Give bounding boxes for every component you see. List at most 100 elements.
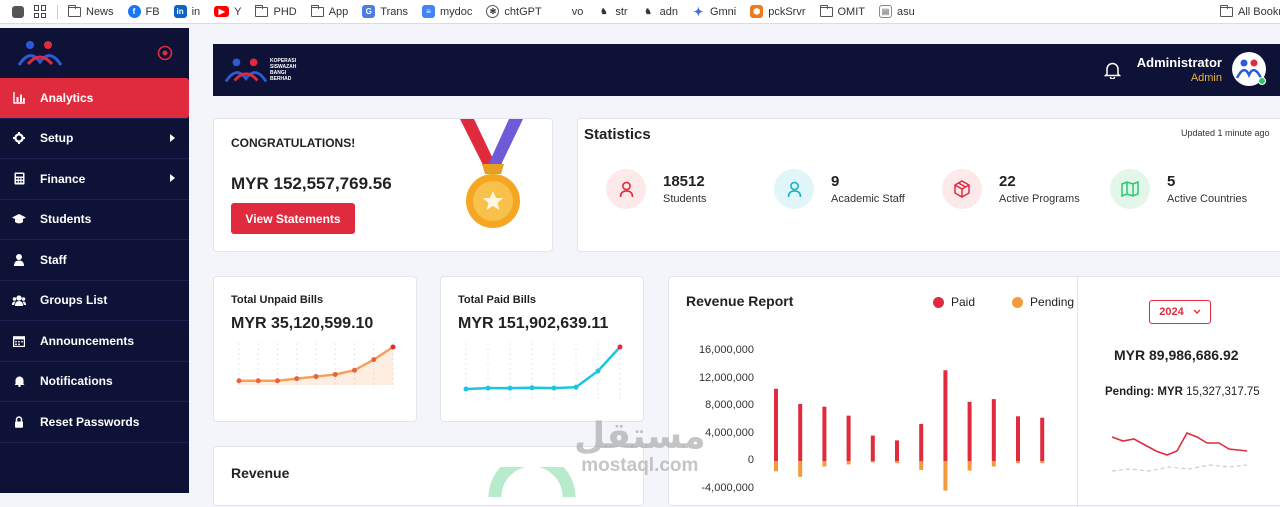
bookmark-youtube[interactable]: ▶ Y [214,6,241,18]
sidebar-item-setup[interactable]: Setup [0,119,189,159]
bookmark-news[interactable]: News [68,4,114,18]
sidebar-item-notifications[interactable]: Notifications [0,362,189,402]
bar-pending [822,461,827,467]
point [485,385,491,391]
sidebar-item-announcements[interactable]: Announcements [0,321,189,362]
bookmark-linkedin[interactable]: in in [173,5,200,18]
bar-paid [798,403,803,461]
bookmark-asu[interactable]: ▤ asu [879,5,915,18]
bar-paid [1040,417,1045,461]
bell-icon[interactable] [1104,61,1121,79]
bar-paid [919,423,924,461]
sidebar-item-label: Groups List [40,293,108,308]
bookmark-pcksrvr[interactable]: ⬢ pckSrvr [750,5,806,18]
revenue-report-card: Revenue Report Paid Pending 16,000,000 12… [668,276,1280,507]
collapse-toggle-icon[interactable] [157,45,173,61]
pending-value: 15,327,317.75 [1186,386,1260,398]
year-select[interactable]: 2024 [1149,300,1211,324]
divider [1077,277,1078,507]
area [239,347,393,385]
stat-label: Active Programs [999,193,1080,205]
stat-label: Active Countries [1167,193,1248,205]
folder-icon [1220,4,1233,17]
revenue-card-title: Revenue [231,465,290,481]
bookmark-mydoc[interactable]: ≡ mydoc [422,5,472,18]
top-navbar: KOPERASI SISWAZAH BANGI BERHAD Administrato… [213,44,1280,96]
avatar[interactable] [1232,52,1266,86]
budget-pending: Pending: MYR 15,327,317.75 [1105,386,1260,398]
translate-icon: G [362,5,376,18]
gear-icon [12,131,26,145]
pending-legend-dot [1012,296,1024,308]
budget-trend-chart [1111,431,1248,472]
bar-paid [774,388,778,461]
sidebar-menu: Analytics Setup Finance Students Staff Groups… [0,78,189,443]
bookmark-fb[interactable]: f FB [127,5,160,18]
y-tick-label: 16,000,000 [698,344,754,356]
stat-value: 22 [999,173,1016,190]
bar-paid [846,415,851,461]
folder-icon [255,4,269,17]
statistics-updated: Updated 1 minute ago [1181,128,1270,138]
sidebar-item-students[interactable]: Students [0,200,189,240]
paid-sparkline [463,343,623,399]
legend-paid: Paid [951,295,976,309]
sidebar-item-staff[interactable]: Staff [0,240,189,281]
bookmark-phd[interactable]: PHD [255,4,297,18]
bar-paid [967,401,972,461]
point [507,385,513,391]
statistics-card: Statistics Updated 1 minute ago 18512 Stu… [577,118,1280,252]
bookmark-vo[interactable]: vo [572,6,584,18]
watermark-latin: mostaql.com [581,455,699,476]
point [313,374,319,380]
unpaid-amount: MYR 35,120,599.10 [231,315,374,332]
stat-active-programs: 22 Active Programs [942,169,1080,209]
sidebar-item-label: Staff [40,252,67,267]
point [551,385,557,391]
bar-pending [870,461,875,463]
bookmark-str[interactable]: ♞ str [597,5,628,18]
folder-icon [68,4,81,17]
bar-pending [943,461,948,491]
stat-students: 18512 Students [606,169,706,209]
brand[interactable]: KOPERASI SISWAZAH BANGI BERHAD [225,57,296,83]
sidebar-item-finance[interactable]: Finance [0,159,189,200]
user-info[interactable]: Administrator Admin [1137,55,1222,84]
logo-icon[interactable] [18,40,62,66]
bar-pending [846,461,851,465]
revenue-bar-chart [774,370,1045,491]
sidebar-item-analytics[interactable]: Analytics [0,78,189,119]
bookmark-adn[interactable]: ♞ adn [641,5,678,18]
bookmark-chtgpt[interactable]: ✻ chtGPT [486,5,542,18]
bar-paid [943,370,948,461]
bookmark-omit[interactable]: OMIT [819,4,865,18]
year-value: 2024 [1159,306,1184,318]
stat-value: 9 [831,173,840,190]
youtube-icon: ▶ [214,6,230,17]
bar-pending [798,461,803,477]
bar-paid [895,440,899,461]
revenue-legend: Paid Pending [933,295,1074,309]
stat-value: 5 [1167,173,1176,190]
unpaid-title: Total Unpaid Bills [231,294,324,306]
bookmark-all[interactable]: All Bookm [1220,4,1280,18]
sidebar-item-reset-passwords[interactable]: Reset Passwords [0,402,189,443]
bookmark-gmni[interactable]: ✦ Gmni [691,5,736,19]
point [255,378,261,384]
point [390,344,396,350]
apps-grid-icon[interactable] [34,5,47,18]
folder-icon [819,4,833,17]
view-statements-button[interactable]: View Statements [231,203,355,234]
bar-paid [870,435,875,461]
bell-icon [12,374,26,388]
bookmarks-bar: News f FB in in ▶ Y PHD App G Trans ≡ mydoc ✻… [0,0,1280,24]
bookmark-trans[interactable]: G Trans [362,5,408,18]
tab-icon[interactable] [12,5,24,18]
logo-icon [225,58,267,83]
map-icon [1110,169,1150,209]
bar-chart-icon [12,91,26,105]
sidebar-item-groups-list[interactable]: Groups List [0,281,189,321]
bar-pending [991,461,996,467]
unpaid-bills-card: Total Unpaid Bills MYR 35,120,599.10 [213,276,417,422]
bookmark-app[interactable]: App [310,4,348,18]
